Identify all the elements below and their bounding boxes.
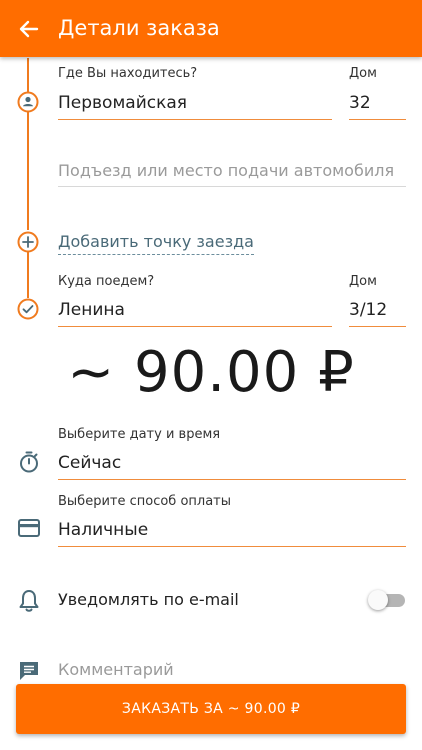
credit-card-icon: [18, 519, 40, 537]
to-street-input[interactable]: Ленина: [58, 299, 125, 321]
from-house-input[interactable]: 32: [349, 92, 371, 114]
destination-check-icon: [17, 298, 39, 320]
from-house-label: Дом: [349, 66, 377, 81]
person-pin-icon: [17, 91, 39, 113]
app-bar: Детали заказа: [0, 0, 422, 57]
price-estimate: ~ 90.00 ₽: [67, 340, 355, 405]
datetime-underline: [58, 479, 406, 480]
add-stop-icon[interactable]: [17, 231, 39, 253]
page-title: Детали заказа: [58, 16, 220, 40]
comment-input[interactable]: Комментарий: [58, 659, 174, 681]
datetime-select[interactable]: Сейчас: [58, 452, 121, 474]
back-button[interactable]: [14, 14, 44, 44]
datetime-label: Выберите дату и время: [58, 427, 221, 442]
email-notify-toggle-knob[interactable]: [368, 590, 388, 610]
payment-select[interactable]: Наличные: [58, 519, 148, 541]
payment-underline: [58, 546, 406, 547]
arrow-left-icon: [19, 20, 39, 38]
bell-icon: [19, 590, 39, 612]
email-notify-label: Уведомлять по e-mail: [58, 590, 239, 609]
from-house-underline: [349, 119, 406, 120]
to-label: Куда поедем?: [58, 274, 155, 289]
to-house-input[interactable]: 3/12: [349, 299, 387, 321]
order-button[interactable]: ЗАКАЗАТЬ ЗА ~ 90.00 ₽: [16, 684, 406, 734]
entrance-underline: [58, 186, 406, 187]
from-street-underline: [58, 119, 332, 120]
route-line-middle: [27, 112, 29, 230]
to-house-underline: [349, 326, 406, 327]
route-line-bottom: [27, 252, 29, 298]
to-house-label: Дом: [349, 274, 377, 289]
from-label: Где Вы находитесь?: [58, 66, 198, 81]
timer-icon: [20, 451, 38, 473]
comment-icon: [20, 662, 38, 680]
entrance-input[interactable]: Подъезд или место подачи автомобиля: [58, 160, 394, 182]
payment-label: Выберите способ оплаты: [58, 494, 232, 509]
add-stop-link[interactable]: Добавить точку заезда: [58, 231, 254, 255]
from-street-input[interactable]: Первомайская: [58, 92, 187, 114]
to-street-underline: [58, 326, 332, 327]
route-line-top: [27, 58, 29, 92]
